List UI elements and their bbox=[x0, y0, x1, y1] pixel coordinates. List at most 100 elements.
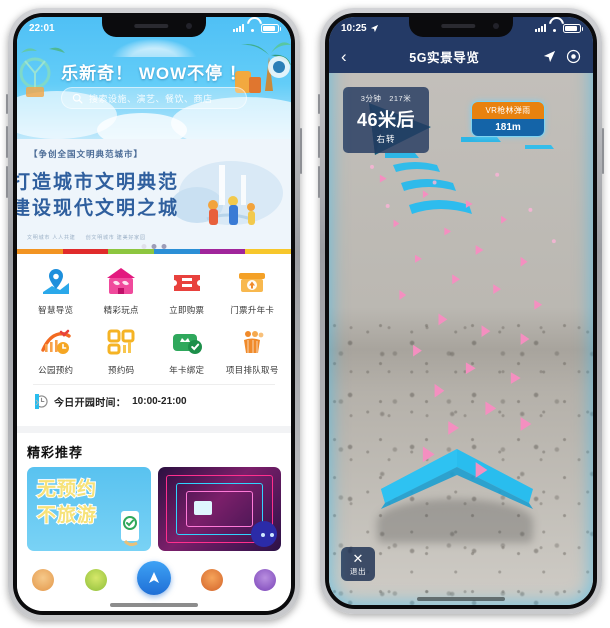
home-indicator-2 bbox=[417, 597, 505, 601]
hero-slogan: 乐新奇！ WOW不停 ！ bbox=[61, 64, 247, 83]
quick-action-bind-annual-card[interactable]: 年卡绑定 bbox=[154, 326, 220, 376]
stripe-segment-yellow bbox=[245, 249, 291, 254]
recommend-card-no-reservation[interactable]: 无预约 不旅游 bbox=[27, 467, 151, 551]
poi-distance: 181m bbox=[472, 119, 544, 136]
quick-action-label: 公园预约 bbox=[38, 365, 74, 375]
wifi-icon bbox=[247, 24, 258, 32]
mascot-eye-left bbox=[261, 533, 265, 537]
bind-card-icon bbox=[172, 334, 202, 354]
stripe-segment-purple bbox=[199, 249, 246, 254]
battery-icon bbox=[563, 23, 583, 33]
quick-action-label: 项目排队取号 bbox=[225, 365, 279, 375]
phone-volume-down-2 bbox=[318, 166, 320, 198]
location-arrow-icon bbox=[370, 24, 378, 32]
left-phone-screen: 22:01 乐新奇！ WOW不停 ！ 搜索设施、演艺、餐饮、商店 【争创全国文明… bbox=[17, 17, 291, 611]
carousel-dot-1[interactable] bbox=[141, 244, 147, 249]
quick-action-label: 门票升年卡 bbox=[230, 305, 275, 315]
phone-mute-switch bbox=[6, 94, 8, 114]
quick-action-buy-ticket[interactable]: 立即购票 bbox=[154, 266, 220, 316]
mascot-eye-right bbox=[270, 533, 274, 537]
search-placeholder: 搜索设施、演艺、餐饮、商店 bbox=[89, 93, 213, 104]
exit-label: 退出 bbox=[350, 566, 366, 576]
phone-power-button-2 bbox=[602, 128, 604, 174]
ar-main-chevron bbox=[381, 449, 533, 509]
quick-action-label: 立即购票 bbox=[169, 305, 205, 315]
banner-line-2: 建设现代文明之城 bbox=[17, 198, 180, 219]
wifi-icon bbox=[549, 24, 560, 32]
status-time-group-2: 10:25 bbox=[341, 23, 379, 34]
park-logo bbox=[111, 39, 197, 57]
nav-next-distance: 46米后 bbox=[356, 110, 416, 130]
notch-2 bbox=[409, 17, 513, 37]
map-pin-icon bbox=[42, 269, 69, 294]
front-camera-2 bbox=[493, 23, 499, 29]
banner-subtext-left: 文明城市 人人共建 bbox=[27, 235, 76, 241]
opening-hours-value: 10:00-21:00 bbox=[132, 396, 187, 407]
left-phone-bezel: 22:01 乐新奇！ WOW不停 ！ 搜索设施、演艺、餐饮、商店 【争创全国文明… bbox=[13, 13, 295, 615]
poi-label[interactable]: VR枪林弹雨 181m bbox=[471, 101, 545, 137]
carousel-dots[interactable] bbox=[141, 244, 167, 249]
character-play-icon[interactable] bbox=[84, 569, 107, 591]
earpiece-speaker-2 bbox=[441, 24, 476, 28]
quick-action-queue-number[interactable]: 项目排队取号 bbox=[220, 326, 286, 376]
color-stripe-divider bbox=[17, 249, 291, 254]
phone-volume-down bbox=[6, 166, 8, 198]
character-mine-icon[interactable] bbox=[253, 569, 276, 591]
upgrade-card-icon bbox=[239, 273, 266, 292]
right-phone-screen: 10:25 ‹ 5G实景导览 3分钟 217米 46米后 右转 VR枪林弹雨 1… bbox=[329, 17, 593, 605]
ticket-icon bbox=[173, 275, 200, 291]
quick-actions-grid: 智慧导览 精彩玩点 立即购票 门票升年卡 公园预约 预约码 年卡绑定 项目排队取… bbox=[23, 266, 285, 376]
character-home-icon[interactable] bbox=[32, 569, 55, 591]
banner-line-1: 打造城市文明典范 bbox=[17, 172, 180, 193]
phone-volume-up-2 bbox=[318, 126, 320, 158]
battery-icon bbox=[261, 23, 281, 33]
quick-action-attractions[interactable]: 精彩玩点 bbox=[89, 266, 155, 316]
banner-subtext: 文明城市 人人共建 创文明城市 建美好家园 bbox=[27, 234, 281, 241]
stripe-segment-green bbox=[108, 249, 155, 254]
navigate-arrow-icon[interactable] bbox=[136, 561, 171, 595]
recommend-card-line-1: 无预约 bbox=[36, 478, 98, 501]
cloud-deco-3 bbox=[97, 113, 187, 139]
carousel-icon bbox=[107, 268, 136, 294]
search-input[interactable]: 搜索设施、演艺、餐饮、商店 bbox=[61, 87, 247, 109]
quick-action-smart-guide[interactable]: 智慧导览 bbox=[23, 266, 89, 316]
stripe-segment-blue bbox=[154, 249, 200, 254]
signal-bars-icon bbox=[535, 24, 546, 32]
status-time: 22:01 bbox=[29, 22, 55, 34]
page-title: 5G实景导览 bbox=[409, 50, 480, 65]
search-icon bbox=[72, 93, 83, 104]
quick-action-upgrade-annual[interactable]: 门票升年卡 bbox=[220, 266, 286, 316]
reserve-clock-icon bbox=[41, 329, 71, 354]
character-mall-icon[interactable] bbox=[201, 569, 224, 591]
phone-mute-switch-2 bbox=[318, 94, 320, 114]
notch bbox=[102, 17, 206, 37]
right-phone-bezel: 10:25 ‹ 5G实景导览 3分钟 217米 46米后 右转 VR枪林弹雨 1… bbox=[325, 13, 597, 609]
recommend-title: 精彩推荐 bbox=[27, 445, 84, 460]
section-divider bbox=[17, 426, 291, 433]
exit-button[interactable]: ✕ 退出 bbox=[341, 547, 375, 581]
recommend-card-neon-ride[interactable] bbox=[157, 467, 281, 551]
stripe-segment-red bbox=[62, 249, 109, 254]
city-civilization-banner[interactable]: 【争创全国文明典范城市】 打造城市文明典范 建设现代文明之城 文明城市 人人共建… bbox=[17, 139, 291, 249]
opening-hours-row[interactable]: 今日开园时间： 10:00-21:00 › bbox=[33, 384, 275, 418]
two-phone-comparison: 22:01 乐新奇！ WOW不停 ！ 搜索设施、演艺、餐饮、商店 【争创全国文明… bbox=[0, 0, 610, 628]
recommend-card-row: 无预约 不旅游 bbox=[17, 467, 291, 551]
nav-duration: 3分钟 bbox=[360, 94, 382, 103]
right-phone-frame: 10:25 ‹ 5G实景导览 3分钟 217米 46米后 右转 VR枪林弹雨 1… bbox=[318, 8, 604, 614]
ar-camera-view[interactable]: 3分钟 217米 46米后 右转 VR枪林弹雨 181m ✕ 退出 bbox=[329, 73, 593, 605]
carousel-dot-3[interactable] bbox=[161, 244, 167, 249]
close-x-icon: ✕ bbox=[352, 550, 364, 566]
status-indicators-2 bbox=[535, 23, 583, 33]
nav-turn-instruction: 右转 bbox=[376, 134, 396, 144]
chevron-right-icon: › bbox=[35, 394, 40, 409]
stripe-segment-orange bbox=[17, 249, 63, 254]
carousel-dot-2[interactable] bbox=[151, 244, 157, 249]
banner-illustration bbox=[171, 161, 283, 225]
home-indicator bbox=[110, 603, 198, 607]
target-locate-icon[interactable] bbox=[566, 49, 581, 64]
neon-light-core bbox=[193, 501, 212, 515]
navigate-arrow-icon[interactable] bbox=[542, 49, 557, 64]
quick-action-park-reservation[interactable]: 公园预约 bbox=[23, 326, 89, 376]
quick-actions-card: 智慧导览 精彩玩点 立即购票 门票升年卡 公园预约 预约码 年卡绑定 项目排队取… bbox=[17, 254, 291, 426]
quick-action-reservation-code[interactable]: 预约码 bbox=[89, 326, 155, 376]
